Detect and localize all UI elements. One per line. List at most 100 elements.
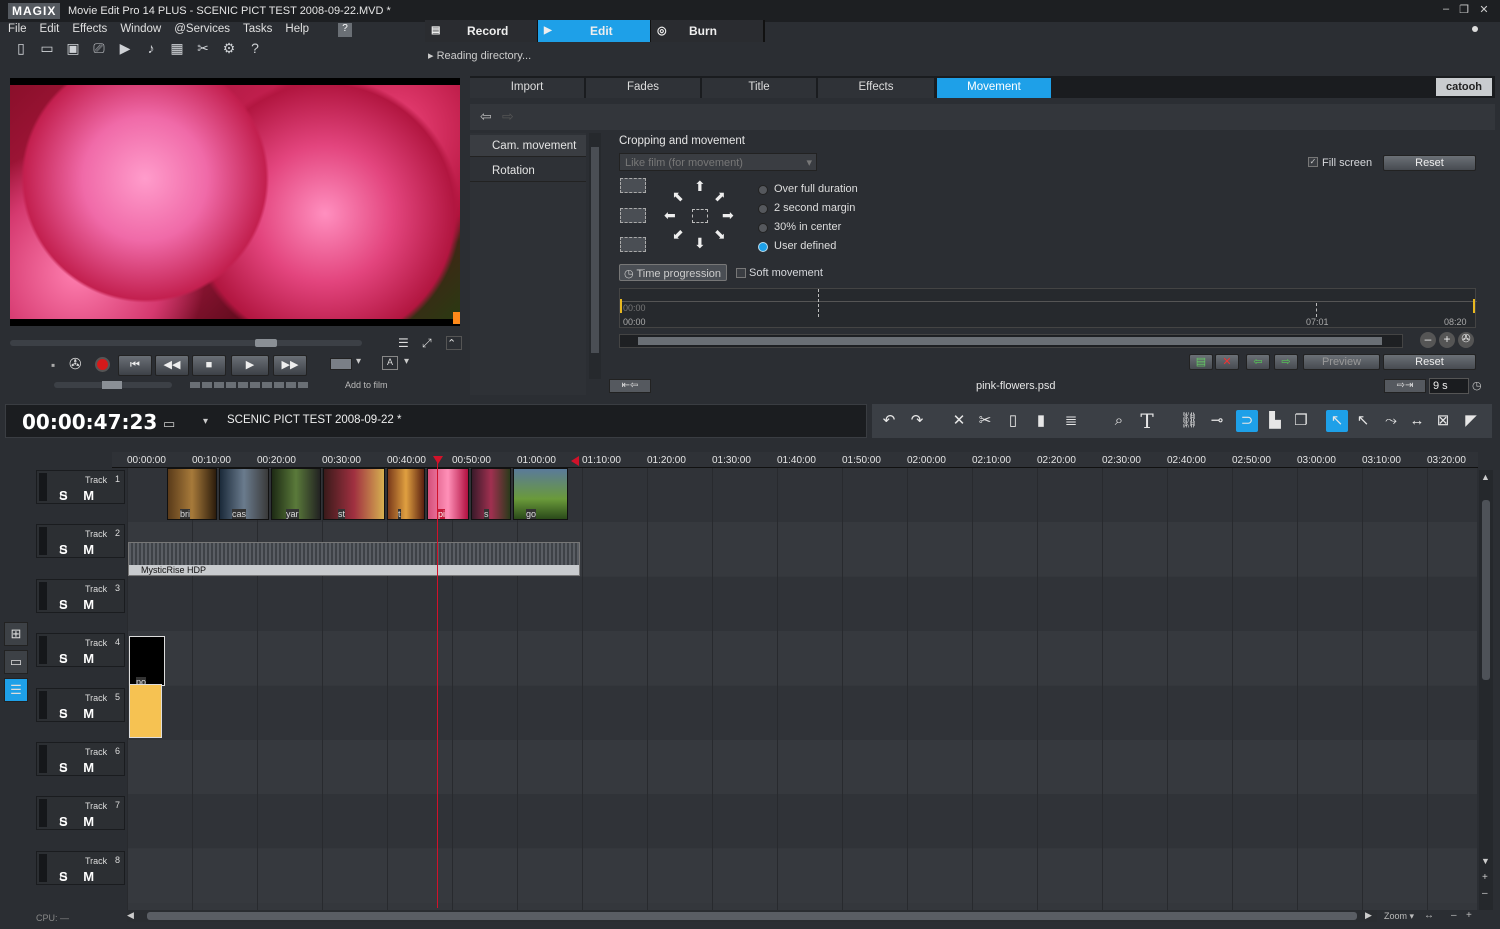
forward-button[interactable]: ▶▶ — [273, 355, 307, 376]
arrow-left-icon[interactable]: ⬅ — [664, 207, 676, 224]
radio-over-full-duration[interactable] — [758, 185, 768, 195]
video-clip[interactable]: pi — [427, 468, 469, 520]
close-icon[interactable]: ✕ — [1476, 3, 1492, 17]
frame-icon[interactable]: A — [382, 356, 398, 370]
back-to-start-icon[interactable]: ⇤⇦ — [609, 379, 651, 393]
back-arrow-icon[interactable]: ⇦ — [480, 108, 492, 125]
list-scrollbar[interactable] — [589, 133, 601, 379]
menu-file[interactable]: File — [8, 23, 27, 35]
volume-slider[interactable] — [54, 381, 172, 389]
tab-record[interactable]: ▤ Record — [425, 20, 537, 42]
reset-button[interactable]: Reset — [1383, 155, 1476, 171]
menu-effects[interactable]: Effects — [72, 23, 107, 35]
soft-movement-checkbox[interactable] — [736, 268, 746, 278]
solo-mute-buttons[interactable]: S M — [59, 597, 100, 612]
audio-clip[interactable]: MysticRise HDP — [128, 542, 580, 576]
tab-burn[interactable]: ◎ Burn — [651, 20, 763, 42]
track-header[interactable]: Track 5 ⊔ S M — [36, 687, 125, 722]
menu-lines-icon[interactable]: ☰ — [398, 336, 414, 350]
restore-icon[interactable]: ❐ — [1456, 3, 1472, 17]
film-icon[interactable]: ▦ — [168, 40, 186, 58]
rewind-button[interactable]: ◀◀ — [155, 355, 189, 376]
group-icon[interactable]: ❐ — [1290, 410, 1312, 432]
keyframe-timeline[interactable]: 00:00 00:00 07:01 08:20 — [619, 288, 1477, 328]
to-start-button[interactable]: ⏮ — [118, 355, 152, 376]
solo-mute-buttons[interactable]: S M — [59, 814, 100, 829]
menu-help[interactable]: Help — [285, 23, 309, 35]
track-header[interactable]: Track 7 ⊔ S M — [36, 796, 125, 831]
zoom-minus-icon[interactable]: – — [1451, 910, 1457, 921]
track-header[interactable]: Track 4 ⊔ S M — [36, 633, 125, 668]
video-clip[interactable]: st — [323, 468, 385, 520]
open-folder-icon[interactable]: ▭ — [38, 40, 56, 58]
clock-icon[interactable]: ◷ — [1472, 379, 1488, 393]
import-video-icon[interactable]: ▶ — [116, 40, 134, 58]
arrow-up-left-icon[interactable]: ⬉ — [672, 188, 684, 205]
preview-scrubber[interactable] — [10, 339, 362, 347]
reel-icon[interactable]: ✇ — [1458, 332, 1474, 348]
unlink-icon[interactable]: ⊸ — [1206, 410, 1228, 432]
center-icon[interactable] — [692, 209, 708, 223]
video-clip[interactable]: go — [513, 468, 568, 520]
link-icon[interactable]: ⛓ — [1178, 410, 1200, 432]
track-header[interactable]: Track 8 ⊔ S M — [36, 850, 125, 885]
track-lane[interactable] — [127, 794, 1477, 849]
zoom-out-icon[interactable]: – — [1420, 332, 1436, 348]
cut-icon[interactable]: ✂ — [974, 410, 996, 432]
track-lane[interactable] — [127, 631, 1477, 686]
title-tool-icon[interactable]: T — [1136, 410, 1158, 432]
help-icon[interactable]: ? — [338, 23, 352, 37]
solo-mute-buttons[interactable]: S M — [59, 706, 100, 721]
radio-30-center[interactable] — [758, 223, 768, 233]
timeline-mode-icon[interactable]: ☰ — [4, 678, 28, 702]
crop-preset-3-icon[interactable] — [620, 237, 646, 252]
scene-overview-icon[interactable]: ▭ — [4, 650, 28, 674]
crop-preset-2-icon[interactable] — [620, 208, 646, 223]
to-end-icon[interactable]: ⇨⇥ — [1384, 379, 1426, 393]
menu-services[interactable]: @Services — [174, 23, 230, 35]
minimize-icon[interactable]: – — [1438, 3, 1454, 17]
video-clip[interactable]: t — [387, 468, 425, 520]
tab-fades[interactable]: Fades — [586, 78, 701, 98]
mute-icon[interactable]: ◤ — [1460, 410, 1482, 432]
zoom-plus-icon[interactable]: + — [1466, 910, 1472, 921]
reel-icon[interactable]: ✇ — [69, 355, 82, 373]
record-button[interactable] — [95, 357, 110, 372]
solo-mute-buttons[interactable]: S M — [59, 488, 100, 503]
context-help-icon[interactable]: ? — [246, 40, 264, 58]
tab-effects[interactable]: Effects — [818, 78, 935, 98]
preset-dropdown[interactable]: Like film (for movement) ▾ — [619, 153, 817, 171]
end-marker[interactable] — [1473, 299, 1475, 313]
track-header[interactable]: Track 2 ⊔ S M — [36, 524, 125, 559]
start-marker[interactable] — [620, 299, 622, 313]
track-lane[interactable] — [127, 576, 1477, 631]
duration-field[interactable]: 9 s — [1429, 378, 1469, 394]
list-item-rotation[interactable]: Rotation — [470, 160, 586, 182]
delete-keyframe-icon[interactable]: ✕ — [1215, 354, 1239, 370]
time-progression-button[interactable]: ◷ Time progression — [619, 264, 727, 281]
delete-icon[interactable]: ✕ — [948, 410, 970, 432]
pointer-icon[interactable]: ↖ — [1326, 410, 1348, 432]
track-lane[interactable] — [127, 740, 1477, 794]
camera-icon[interactable]: ▪ — [51, 358, 55, 372]
reset-keyframes-button[interactable]: Reset — [1383, 354, 1476, 370]
project-dropdown-icon[interactable]: ▾ — [203, 416, 208, 427]
new-file-icon[interactable]: ▯ — [12, 40, 30, 58]
stop-button[interactable]: ■ — [192, 355, 226, 376]
horizontal-scrollbar[interactable]: ◀ ▶ — [127, 910, 1377, 922]
video-clip[interactable]: bri — [167, 468, 217, 520]
arrow-up-right-icon[interactable]: ⬈ — [714, 188, 726, 205]
curve-tool-icon[interactable]: ⤳ — [1380, 410, 1402, 432]
track-lane[interactable] — [127, 848, 1477, 903]
copy-icon[interactable]: ▯ — [1002, 410, 1024, 432]
marker-icon[interactable]: ▙ — [1264, 410, 1286, 432]
redo-icon[interactable]: ↷ — [906, 410, 928, 432]
track-area[interactable] — [127, 468, 1477, 910]
track-lane[interactable] — [127, 685, 1477, 740]
tab-import[interactable]: Import — [470, 78, 585, 98]
crop-preset-1-icon[interactable] — [620, 178, 646, 193]
stretch-icon[interactable]: ↔ — [1406, 410, 1428, 432]
tab-title[interactable]: Title — [702, 78, 817, 98]
monitor-icon[interactable]: ▭ — [163, 416, 175, 432]
menu-tasks[interactable]: Tasks — [243, 23, 272, 35]
